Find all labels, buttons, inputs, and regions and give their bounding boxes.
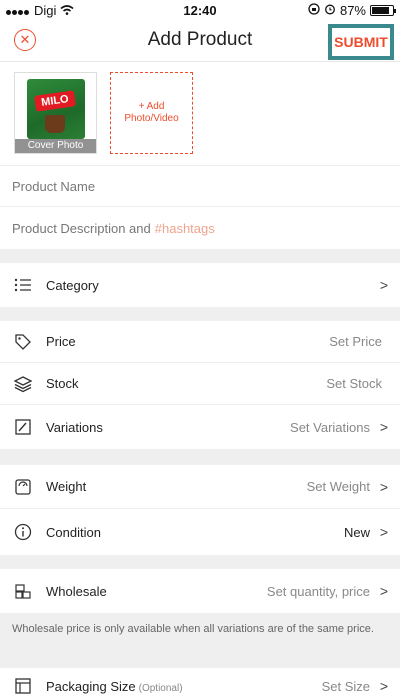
info-icon — [13, 522, 33, 542]
packaging-size-label: Packaging Size (Optional) — [46, 679, 183, 694]
alarm-icon — [324, 3, 336, 18]
product-description-placeholder: Product Description and — [12, 220, 151, 236]
wholesale-label: Wholesale — [46, 583, 107, 599]
battery-percent: 87% — [339, 3, 366, 18]
chevron-right-icon: > — [379, 583, 388, 599]
hashtags-hint: #hashtags — [154, 220, 215, 236]
variations-value: Set Variations — [290, 419, 370, 435]
optional-tag: (Optional) — [138, 682, 183, 694]
wholesale-row[interactable]: Wholesale Set quantity, price > — [0, 569, 400, 613]
stock-label: Stock — [46, 376, 79, 391]
packaging-size-value: Set Size — [321, 678, 370, 694]
navbar: ✕ Add Product SUBMIT — [0, 20, 400, 62]
variations-label: Variations — [46, 419, 103, 435]
packaging-size-text: Packaging Size — [46, 678, 136, 694]
wholesale-icon — [13, 581, 33, 601]
edit-icon — [13, 417, 33, 437]
weight-label: Weight — [46, 479, 87, 494]
packaging-size-row[interactable]: Packaging Size (Optional) Set Size > — [0, 668, 400, 700]
product-image-logo: MILO — [34, 90, 76, 112]
wholesale-note: Wholesale price is only available when a… — [0, 613, 400, 655]
status-right: 87% — [308, 3, 396, 18]
orientation-lock-icon — [308, 3, 320, 18]
submit-button[interactable]: SUBMIT — [328, 24, 394, 60]
stock-row[interactable]: Stock Set Stock — [0, 363, 400, 405]
variations-row[interactable]: Variations Set Variations > — [0, 405, 400, 449]
category-label: Category — [46, 277, 99, 293]
status-bar: Digi 12:40 87% — [0, 0, 400, 20]
chevron-right-icon: > — [379, 277, 388, 293]
category-row[interactable]: Category > — [0, 263, 400, 307]
cover-photo-label: Cover Photo — [15, 139, 96, 153]
media-section: MILO Cover Photo + Add Photo/Video — [0, 62, 400, 165]
condition-row[interactable]: Condition New > — [0, 509, 400, 555]
product-image: MILO — [27, 79, 85, 139]
product-image-cup — [45, 115, 65, 133]
price-value: Set Price — [329, 334, 382, 349]
chevron-right-icon: > — [379, 678, 388, 694]
cover-photo[interactable]: MILO Cover Photo — [14, 72, 97, 154]
wholesale-value: Set quantity, price — [266, 583, 370, 599]
layers-icon — [13, 374, 33, 394]
price-label: Price — [46, 334, 76, 349]
package-icon — [13, 676, 33, 696]
stock-value: Set Stock — [326, 376, 382, 391]
chevron-right-icon: > — [379, 478, 388, 495]
condition-label: Condition — [46, 524, 101, 540]
product-description-field[interactable]: Product Description and #hashtags — [0, 207, 400, 249]
add-photo-video-button[interactable]: + Add Photo/Video — [110, 72, 193, 154]
product-name-field[interactable]: Product Name — [0, 165, 400, 207]
condition-value: New — [343, 524, 370, 540]
price-tag-icon — [13, 332, 33, 352]
battery-icon — [370, 5, 396, 16]
chevron-right-icon: > — [379, 419, 388, 435]
weight-row[interactable]: Weight Set Weight > — [0, 465, 400, 509]
scale-icon — [13, 477, 33, 497]
weight-value: Set Weight — [306, 479, 370, 494]
chevron-right-icon: > — [379, 524, 388, 540]
list-icon — [13, 275, 33, 295]
price-row[interactable]: Price Set Price — [0, 321, 400, 363]
product-name-placeholder: Product Name — [12, 178, 96, 194]
